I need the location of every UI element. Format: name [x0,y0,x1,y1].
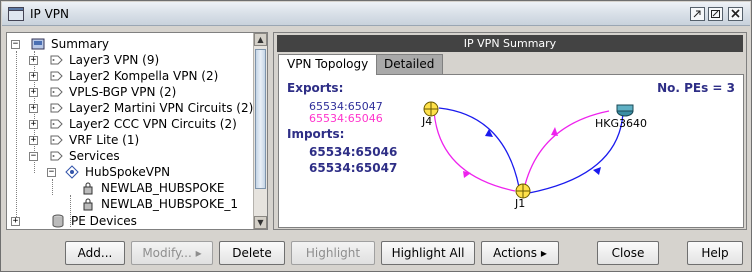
tree-connector [52,179,53,195]
router-hkg-icon[interactable] [616,104,634,117]
maximize-icon [711,10,720,18]
router-j1-icon[interactable] [515,183,531,199]
tree-label: HubSpokeVPN [85,165,171,179]
expand-icon[interactable]: + [29,88,38,97]
expand-icon[interactable]: + [29,56,38,65]
modify-button[interactable]: Modify... ▸ [131,241,213,265]
router-j4-icon[interactable] [423,101,439,117]
help-button[interactable]: Help [687,241,743,265]
tree-item-layer2-martini[interactable]: + Layer2 Martini VPN Circuits (2) [27,100,257,116]
expand-icon[interactable]: + [11,217,20,226]
collapse-icon[interactable]: − [29,152,38,161]
close-icon [731,9,740,18]
tree-scrollbar[interactable]: ▲ ▼ [253,33,267,229]
submenu-arrow-icon: ▸ [195,246,202,260]
delete-button[interactable]: Delete [219,241,285,265]
node-label-j4: J4 [421,115,432,128]
tree-item-newlab-hubspoke[interactable]: NEWLAB_HUBSPOKE [81,180,261,196]
close-button[interactable]: Close [597,241,659,265]
tree-item-layer3-vpn[interactable]: + Layer3 VPN (9) [27,52,257,68]
close-window-button[interactable] [728,7,743,21]
tag-icon [50,55,63,65]
highlight-all-button[interactable]: Highlight All [381,241,475,265]
arrow-head [593,167,601,175]
expand-icon[interactable]: + [29,104,38,113]
tree-label: PE Devices [71,214,137,228]
expand-icon[interactable]: + [29,136,38,145]
undock-button[interactable] [690,7,705,21]
tree-label: Layer2 Martini VPN Circuits (2) [69,101,254,115]
link-j1-j4-export [438,107,520,188]
modify-label: Modify... [142,246,192,260]
expand-icon[interactable]: + [29,72,38,81]
tab-detailed[interactable]: Detailed [375,54,444,74]
link-j4-j1-import [433,110,516,192]
add-button[interactable]: Add... [65,241,125,265]
node-label-j1: J1 [514,197,525,210]
vpn-tree[interactable]: − Summary + Layer3 VPN (9) + Layer2 Komp… [6,32,268,230]
tree-item-hubspokevpn[interactable]: − HubSpokeVPN [45,164,255,180]
arrow-head [485,129,493,137]
scroll-up-icon[interactable]: ▲ [254,33,267,46]
title-bar[interactable]: IP VPN [2,2,750,26]
tree-connector [16,51,17,221]
collapse-icon[interactable]: − [47,168,56,177]
actions-label: Actions [493,246,537,260]
tree-label: Services [69,149,120,163]
tree-item-summary[interactable]: − Summary [9,36,249,52]
database-icon [52,214,64,228]
tag-icon [50,71,63,81]
actions-button[interactable]: Actions ▸ [481,241,559,265]
topology-view: Exports: 65534:65047 65534:65046 Imports… [278,74,744,228]
highlight-button[interactable]: Highlight [291,241,375,265]
tag-icon [50,87,63,97]
tag-icon [50,135,63,145]
tree-label: Layer3 VPN (9) [69,53,160,67]
summary-panel: IP VPN Summary VPN Topology Detailed Exp… [273,32,747,230]
window-title: IP VPN [30,7,70,21]
network-folder-icon [31,38,45,50]
arrow-head [463,171,471,178]
tree-label: NEWLAB_HUBSPOKE_1 [101,197,239,211]
tree-label: Layer2 CCC VPN Circuits (2) [69,117,237,131]
tag-icon [50,151,63,161]
lock-device-icon [83,182,93,195]
tree-item-newlab-hubspoke-1[interactable]: NEWLAB_HUBSPOKE_1 [81,196,261,212]
tree-item-layer2-kompella[interactable]: + Layer2 Kompella VPN (2) [27,68,257,84]
tree-label: VPLS-BGP VPN (2) [69,85,177,99]
submenu-arrow-icon: ▸ [540,246,547,260]
tree-item-vpls-bgp[interactable]: + VPLS-BGP VPN (2) [27,84,257,100]
scroll-thumb[interactable] [255,49,266,189]
tree-item-pe-devices[interactable]: + PE Devices [9,213,249,229]
tree-label: NEWLAB_HUBSPOKE [101,181,225,195]
undock-icon [693,10,701,18]
hub-spoke-icon [65,165,79,179]
tag-icon [50,119,63,129]
tree-item-services[interactable]: − Services [27,148,257,164]
tab-vpn-topology[interactable]: VPN Topology [278,54,378,75]
collapse-icon[interactable]: − [11,40,20,49]
node-label-hkg: HKG3640 [595,117,647,130]
tree-label: Layer2 Kompella VPN (2) [69,69,219,83]
tree-label: VRF Lite (1) [69,133,140,147]
summary-header: IP VPN Summary [277,35,743,52]
lock-device-icon [83,198,93,211]
expand-icon[interactable]: + [29,120,38,129]
tree-label: Summary [51,37,109,51]
tree-item-layer2-ccc[interactable]: + Layer2 CCC VPN Circuits (2) [27,116,257,132]
window-icon [8,7,24,21]
maximize-button[interactable] [708,7,723,21]
tag-icon [50,103,63,113]
topology-graph[interactable]: J4 HKG3640 J1 [279,75,745,229]
ip-vpn-window: IP VPN − Summary + Layer3 VPN (9) + Laye… [0,0,752,272]
scroll-down-icon[interactable]: ▼ [254,216,267,229]
tree-item-vrf-lite[interactable]: + VRF Lite (1) [27,132,257,148]
arrow-head [551,127,558,136]
